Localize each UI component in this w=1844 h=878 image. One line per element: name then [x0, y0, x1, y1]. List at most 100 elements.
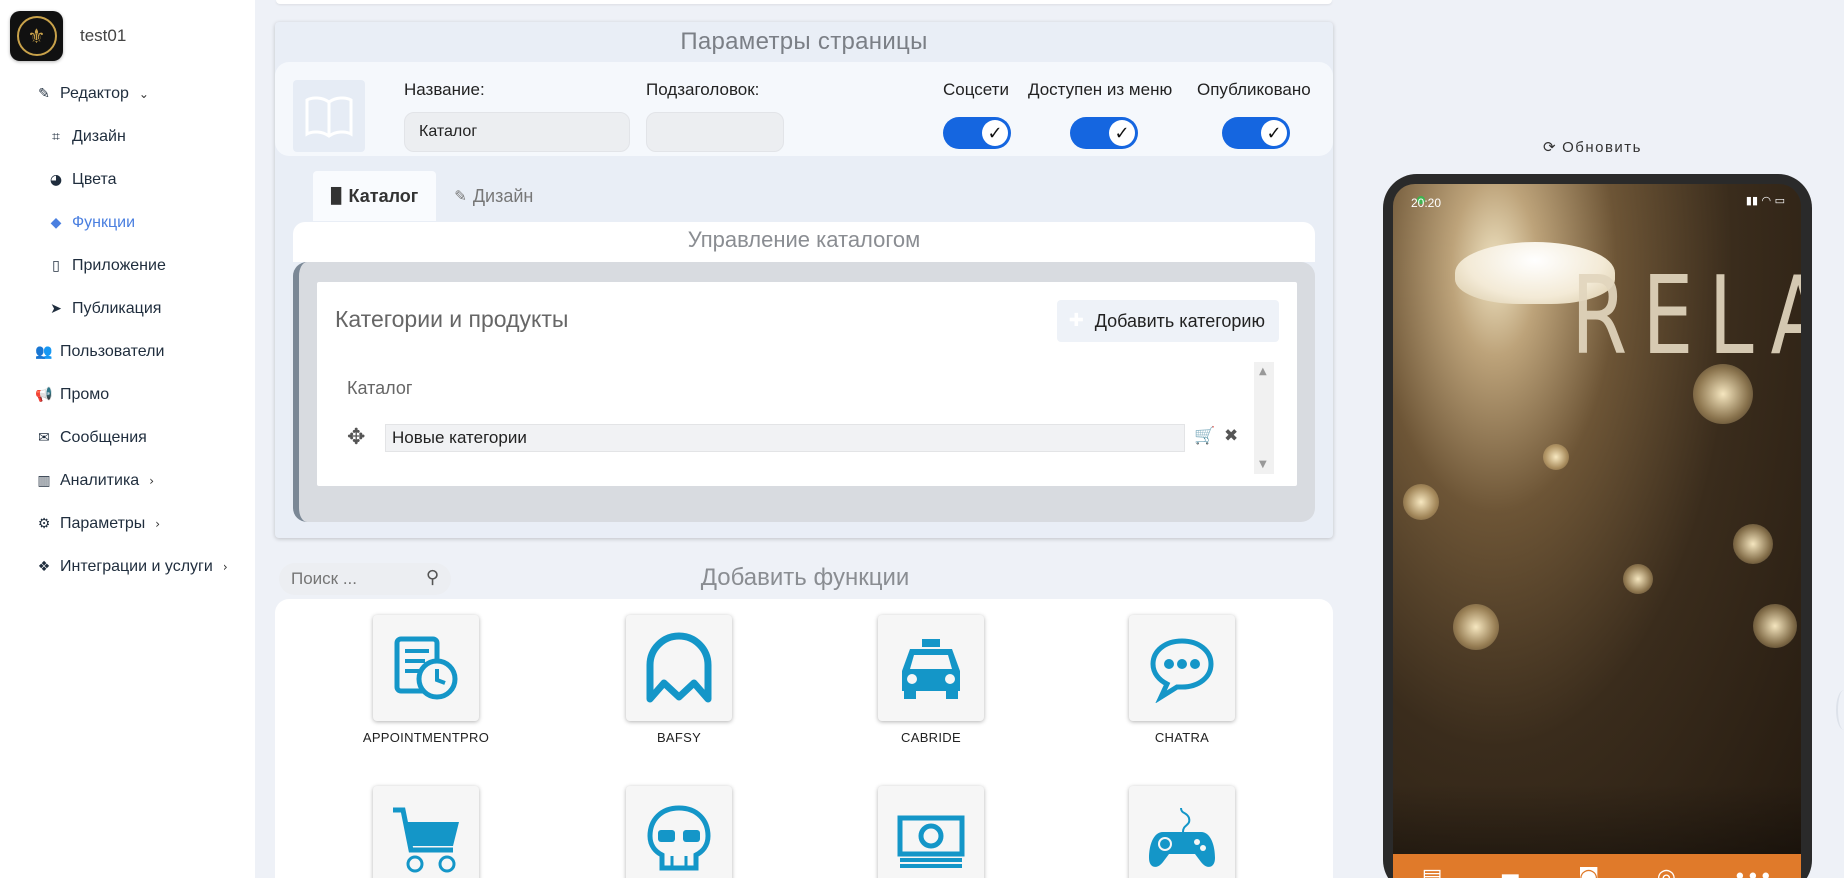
refresh-button[interactable]: ⟳ Обновить: [1543, 138, 1642, 156]
add-product-icon[interactable]: 🛒: [1194, 426, 1215, 446]
tabbar-news-icon[interactable]: ▤: [1422, 865, 1443, 878]
tab-catalog-label: Каталог: [348, 185, 419, 206]
chevron-right-icon[interactable]: ›: [223, 560, 228, 574]
function-label: CHATRA: [1154, 730, 1210, 745]
gamepad-icon: [1149, 807, 1215, 867]
function-label: CABRIDE: [901, 730, 961, 745]
tab-design-label: Дизайн: [472, 185, 534, 206]
sidebar-item-3[interactable]: ◆ Функции: [0, 201, 255, 244]
tabbar-target-icon[interactable]: ◎: [1657, 865, 1676, 878]
book-icon: ▉: [331, 187, 343, 205]
delete-icon[interactable]: ✖: [1224, 426, 1238, 446]
subtitle-input[interactable]: [646, 112, 784, 152]
catalog-box: Категории и продукты ✚ Добавить категори…: [293, 262, 1315, 522]
category-row: ✥ Новые категории 🛒 ✖: [339, 424, 1274, 452]
sidebar-item-2[interactable]: ◕ Цвета: [0, 158, 255, 201]
function-card-bafsy[interactable]: [626, 615, 732, 721]
name-input[interactable]: Каталог: [404, 112, 630, 152]
cart-icon: [393, 807, 459, 873]
sidebar-item-5[interactable]: ➤ Публикация: [0, 287, 255, 330]
menu-toggle[interactable]: ✓: [1070, 117, 1138, 149]
chat-icon: [1150, 638, 1214, 703]
sidebar-item-label: Сообщения: [60, 428, 147, 446]
cubes-icon: ❖: [37, 558, 51, 575]
tab-catalog[interactable]: ▉ Каталог: [313, 171, 437, 221]
refresh-icon: ⟳: [1543, 138, 1558, 156]
sidebar-item-label: Пользователи: [60, 342, 165, 360]
function-label: BAFSY: [656, 730, 702, 745]
categories-panel: Категории и продукты ✚ Добавить категори…: [317, 282, 1297, 486]
check-icon: ✓: [1261, 120, 1287, 146]
envelope-icon: ✉: [38, 429, 50, 446]
category-tree: Каталог ✥ Новые категории 🛒 ✖: [339, 362, 1274, 474]
function-search: ⚲: [279, 563, 451, 595]
sidebar-item-1[interactable]: ⌗ Дизайн: [0, 115, 255, 158]
app-name: test01: [80, 26, 127, 45]
published-toggle[interactable]: ✓: [1222, 117, 1290, 149]
sidebar-item-4[interactable]: ▯ Приложение: [0, 244, 255, 287]
tree-root-label: Каталог: [347, 378, 413, 398]
sidebar-item-6[interactable]: 👥 Пользователи: [0, 330, 255, 373]
social-label: Соцсети: [943, 80, 1009, 99]
sidebar-item-10[interactable]: ⚙ Параметры ›: [0, 502, 255, 545]
brand[interactable]: ⚜ test01: [0, 0, 255, 72]
catalog-management-title: Управление каталогом: [687, 227, 921, 252]
scroll-down-icon[interactable]: ▼: [1259, 459, 1267, 470]
tabbar-camera-icon[interactable]: ◙: [1578, 865, 1599, 878]
function-card-chatra[interactable]: [1129, 615, 1235, 721]
sidebar-item-9[interactable]: ▥ Аналитика ›: [0, 459, 255, 502]
add-category-label: Добавить категорию: [1094, 310, 1265, 331]
published-label: Опубликовано: [1197, 80, 1311, 99]
page-icon-picker[interactable]: [293, 80, 365, 152]
fork-knife-icon: ⚜: [16, 16, 57, 56]
tabbar-catalog-icon[interactable]: ▬: [1500, 865, 1521, 878]
sidebar-item-0[interactable]: ✎ Редактор ⌄: [0, 72, 255, 115]
search-icon[interactable]: ⚲: [426, 567, 439, 588]
category-scrollbar[interactable]: ▲ ▼: [1254, 362, 1274, 474]
bokeh-light: [1733, 524, 1773, 564]
page-params-title: Параметры страницы: [680, 28, 928, 55]
categories-title: Категории и продукты: [335, 306, 569, 332]
palette-icon: ◕: [49, 171, 63, 188]
sidebar-item-label: Параметры: [60, 514, 146, 532]
sidebar-item-label: Редактор: [60, 84, 129, 102]
function-card-money[interactable]: [878, 786, 984, 878]
sidebar-item-label: Аналитика: [60, 471, 140, 489]
function-card-appointmentpro[interactable]: [373, 615, 479, 721]
chevron-right-icon[interactable]: ›: [155, 517, 160, 531]
function-card-skull[interactable]: [626, 786, 732, 878]
sidebar-item-11[interactable]: ❖ Интеграции и услуги ›: [0, 545, 255, 588]
sidebar-item-label: Дизайн: [72, 127, 126, 145]
sidebar-item-label: Функции: [72, 213, 136, 231]
app-logo: ⚜: [10, 11, 63, 61]
tabbar-more-icon[interactable]: •••: [1733, 865, 1772, 878]
function-card-shop[interactable]: [373, 786, 479, 878]
page-params-form: Название: Каталог Подзаголовок: Соцсети …: [275, 62, 1333, 156]
function-search-input[interactable]: [291, 569, 411, 589]
social-toggle[interactable]: ✓: [943, 117, 1011, 149]
scroll-up-icon[interactable]: ▲: [1259, 366, 1267, 377]
status-icons: ▮▮ ◠ ▭: [1745, 194, 1785, 207]
add-category-button[interactable]: ✚ Добавить категорию: [1056, 300, 1279, 342]
chevron-right-icon[interactable]: ›: [149, 474, 154, 488]
editor-tabs: ▉ Каталог ✎ Дизайн: [313, 171, 551, 221]
cube-icon: ◆: [50, 214, 62, 231]
crop-icon: ⌗: [52, 128, 60, 145]
status-time: 20:20: [1411, 196, 1442, 210]
page-edge-mark: [1836, 690, 1844, 730]
phone-screen: RELAX 20:20 ▮▮ ◠ ▭ ▤ ▬ ◙ ◎ •••: [1393, 184, 1801, 878]
menu-label: Доступен из меню: [1028, 80, 1173, 99]
tab-design[interactable]: ✎ Дизайн: [436, 171, 551, 221]
pencil-icon: ✎: [38, 85, 50, 102]
sidebar-item-8[interactable]: ✉ Сообщения: [0, 416, 255, 459]
category-name-input[interactable]: Новые категории: [385, 424, 1185, 452]
sidebar-item-7[interactable]: 📢 Промо: [0, 373, 255, 416]
subtitle-label: Подзаголовок:: [646, 80, 760, 99]
function-card-cabride[interactable]: [878, 615, 984, 721]
move-handle-icon[interactable]: ✥: [347, 424, 365, 452]
chevron-down-icon[interactable]: ⌄: [139, 87, 149, 101]
sidebar-item-label: Интеграции и услуги: [60, 557, 213, 575]
sidebar-item-label: Приложение: [72, 256, 166, 274]
function-card-games[interactable]: [1129, 786, 1235, 878]
taxi-icon: [902, 639, 960, 699]
